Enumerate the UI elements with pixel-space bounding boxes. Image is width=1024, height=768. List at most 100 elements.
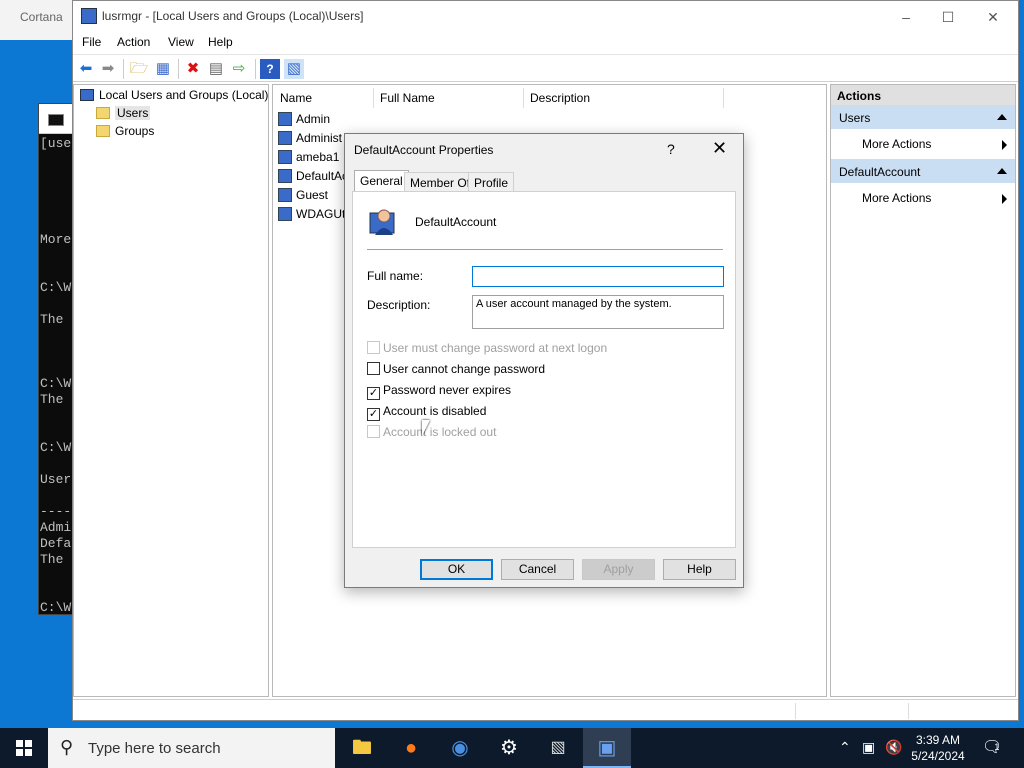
- actions-group-title: Users: [839, 111, 871, 125]
- show-hidden-icons-icon[interactable]: ⌃: [839, 739, 851, 756]
- help-button[interactable]: Help: [663, 559, 736, 580]
- volume-muted-icon[interactable]: 🔇: [885, 739, 902, 756]
- status-separator: [795, 703, 796, 719]
- notifications-icon[interactable]: 🗨1: [982, 737, 1007, 757]
- account-locked-out-checkbox[interactable]: Account is locked out: [367, 425, 496, 439]
- up-folder-icon[interactable]: 🗁: [129, 59, 149, 79]
- user-icon: [278, 169, 292, 183]
- close-button[interactable]: ✕: [983, 7, 1003, 27]
- full-name-field[interactable]: [472, 266, 724, 287]
- tree-pane: Local Users and Groups (Local) Users Gro…: [73, 84, 269, 697]
- status-separator: [908, 703, 909, 719]
- user-icon: [278, 150, 292, 164]
- console-icon: [48, 114, 64, 126]
- show-hide-tree-icon[interactable]: ▦: [153, 59, 173, 79]
- tree-item-groups[interactable]: Groups: [96, 124, 154, 138]
- search-placeholder: Type here to search: [88, 740, 221, 757]
- collapse-icon[interactable]: [997, 114, 1007, 120]
- actions-group-defaultaccount[interactable]: DefaultAccount: [831, 159, 1015, 183]
- tree-item-users[interactable]: Users: [96, 106, 151, 120]
- maximize-button[interactable]: ☐: [938, 7, 958, 27]
- apply-button[interactable]: Apply: [582, 559, 655, 580]
- column-header-full-name[interactable]: Full Name: [380, 91, 435, 105]
- checkmark-icon[interactable]: ✓: [367, 408, 380, 421]
- list-item[interactable]: Administ: [278, 131, 342, 145]
- export-list-icon[interactable]: ⇨: [229, 59, 249, 79]
- tree-root[interactable]: Local Users and Groups (Local): [80, 88, 268, 102]
- menu-action[interactable]: Action: [117, 35, 150, 49]
- tab-profile[interactable]: Profile: [468, 172, 515, 192]
- action-more-actions[interactable]: More Actions: [831, 129, 1015, 159]
- tab-general[interactable]: General: [354, 170, 409, 192]
- back-arrow-icon[interactable]: ⬅: [76, 59, 96, 79]
- list-item[interactable]: Guest: [278, 188, 328, 202]
- ok-button[interactable]: OK: [420, 559, 493, 580]
- user-icon: [278, 207, 292, 221]
- column-separator[interactable]: [723, 88, 724, 108]
- cannot-change-password-checkbox[interactable]: User cannot change password: [367, 362, 545, 376]
- collapse-icon[interactable]: [997, 168, 1007, 174]
- delete-icon[interactable]: ✖: [183, 59, 203, 79]
- list-item[interactable]: DefaultAc: [278, 169, 348, 183]
- menu-view[interactable]: View: [168, 35, 194, 49]
- list-item[interactable]: WDAGUti: [278, 207, 348, 221]
- folder-icon: [96, 107, 110, 119]
- tree-item-label: Groups: [115, 124, 155, 138]
- start-button[interactable]: [0, 728, 48, 768]
- tab-member-of[interactable]: Member Of: [404, 172, 477, 192]
- status-bar: [73, 699, 1018, 721]
- action-pane-icon[interactable]: ▧: [284, 59, 304, 79]
- help-icon[interactable]: ?: [260, 59, 280, 79]
- minimize-button[interactable]: –: [896, 7, 916, 27]
- action-more-actions[interactable]: More Actions: [831, 183, 1015, 213]
- console-line: Defa: [40, 536, 72, 551]
- checkbox-box[interactable]: [367, 425, 380, 438]
- column-separator[interactable]: [373, 88, 374, 108]
- forward-arrow-icon[interactable]: ➡: [98, 59, 118, 79]
- list-item-label: Admin: [296, 112, 331, 126]
- actions-pane: Actions Users More Actions DefaultAccoun…: [830, 84, 1016, 697]
- settings-gear-icon[interactable]: ⚙: [485, 728, 533, 768]
- console-line: More: [40, 232, 72, 247]
- file-explorer-icon[interactable]: 🖿: [338, 728, 386, 768]
- chromium-icon[interactable]: ◉: [436, 728, 484, 768]
- windows-logo-icon: [16, 740, 32, 756]
- action-label: More Actions: [862, 137, 932, 151]
- taskbar-search[interactable]: ⚲ Type here to search: [48, 728, 335, 768]
- cancel-button[interactable]: Cancel: [501, 559, 574, 580]
- column-header-description[interactable]: Description: [530, 91, 590, 105]
- checkbox-box[interactable]: [367, 362, 380, 375]
- clock[interactable]: 3:39 AM 5/24/2024: [906, 732, 970, 764]
- menu-help[interactable]: Help: [208, 35, 233, 49]
- submenu-arrow-icon: [1002, 140, 1007, 150]
- menu-file[interactable]: File: [82, 35, 101, 49]
- taskbar: ⚲ Type here to search 🖿 ● ◉ ⚙ ▧ ▣ ⌃ ▣ 🔇 …: [0, 728, 1024, 768]
- must-change-password-checkbox[interactable]: User must change password at next logon: [367, 341, 607, 355]
- command-prompt-icon[interactable]: ▧: [534, 728, 582, 768]
- cortana-label[interactable]: Cortana: [20, 10, 63, 24]
- divider: [367, 249, 723, 250]
- checkmark-icon[interactable]: ✓: [367, 387, 380, 400]
- user-icon: [278, 188, 292, 202]
- column-separator[interactable]: [523, 88, 524, 108]
- description-field[interactable]: A user account managed by the system.: [472, 295, 724, 329]
- actions-header: Actions: [831, 85, 1015, 105]
- firefox-icon[interactable]: ●: [387, 728, 435, 768]
- dialog-help-button[interactable]: ?: [667, 141, 675, 157]
- dialog-close-button[interactable]: ✕: [712, 138, 727, 159]
- network-icon[interactable]: ▣: [862, 739, 875, 756]
- checkbox-box[interactable]: [367, 341, 380, 354]
- password-never-expires-checkbox[interactable]: ✓ Password never expires: [367, 383, 511, 400]
- cortana-strip: Cortana: [0, 0, 72, 40]
- list-item[interactable]: Admin: [278, 112, 330, 126]
- computer-management-icon[interactable]: ▣: [583, 728, 631, 768]
- list-item[interactable]: ameba1: [278, 150, 339, 164]
- properties-icon[interactable]: ▤: [206, 59, 226, 79]
- properties-dialog: DefaultAccount Properties ? ✕ General Me…: [344, 133, 744, 588]
- console-line: The: [40, 552, 64, 567]
- title-bar[interactable]: lusrmgr - [Local Users and Groups (Local…: [73, 1, 1018, 32]
- account-disabled-checkbox[interactable]: ✓ Account is disabled: [367, 404, 486, 421]
- checkbox-label: Account is disabled: [383, 404, 487, 418]
- column-header-name[interactable]: Name: [280, 91, 312, 105]
- actions-group-users[interactable]: Users: [831, 105, 1015, 129]
